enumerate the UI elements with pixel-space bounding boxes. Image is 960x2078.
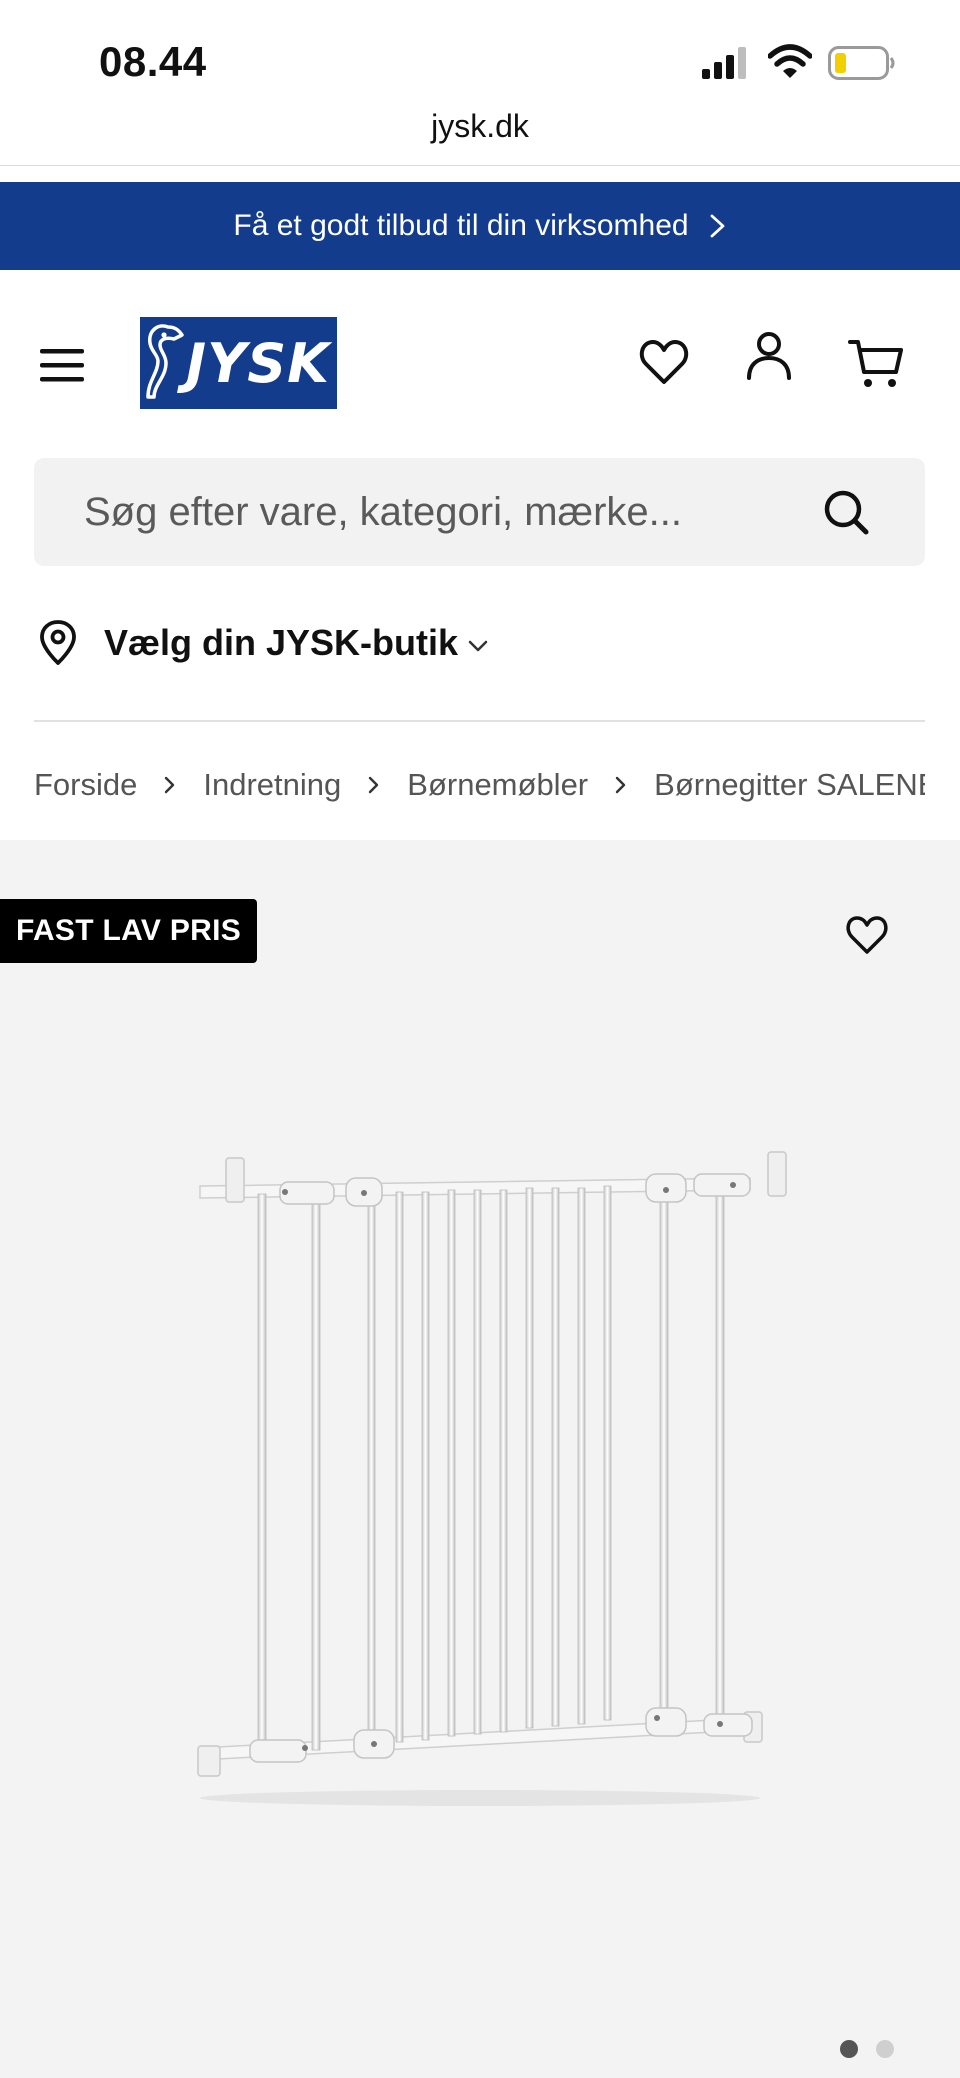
battery-icon	[828, 46, 895, 80]
store-selector-label: Vælg din JYSK-butik	[104, 622, 459, 663]
site-header: JYSK	[0, 300, 960, 430]
breadcrumb: Forside Indretning Børnemøbler Børnegitt…	[34, 765, 925, 805]
bird-logo-icon	[146, 324, 184, 399]
wishlist-heart-icon[interactable]	[638, 338, 690, 386]
gallery-pagination	[840, 2040, 894, 2058]
store-selector[interactable]: Vælg din JYSK-butik	[38, 618, 488, 668]
business-offer-text: Få et godt tilbud til din virksomhed	[233, 209, 689, 242]
chevron-right-icon	[369, 776, 379, 794]
shopping-cart-icon[interactable]	[848, 338, 904, 390]
cellular-signal-icon	[702, 47, 746, 79]
breadcrumb-bornemobler[interactable]: Børnemøbler	[407, 767, 588, 803]
business-offer-banner[interactable]: Få et godt tilbud til din virksomhed	[0, 182, 960, 270]
wifi-icon	[768, 44, 812, 78]
jysk-logo[interactable]: JYSK	[140, 317, 337, 409]
account-user-icon[interactable]	[744, 330, 794, 382]
product-gallery[interactable]: FAST LAV PRIS	[0, 840, 960, 2078]
browser-url[interactable]: jysk.dk	[0, 108, 960, 166]
logo-wordmark: JYSK	[186, 331, 330, 395]
status-time: 08.44	[99, 38, 207, 85]
gallery-dot-1[interactable]	[840, 2040, 858, 2058]
chevron-right-icon	[165, 776, 175, 794]
breadcrumb-indretning[interactable]: Indretning	[203, 767, 341, 803]
chevron-right-icon	[710, 214, 725, 238]
chevron-down-icon	[468, 640, 488, 652]
gallery-dot-2[interactable]	[876, 2040, 894, 2058]
breadcrumb-current: Børnegitter SALENE 6	[654, 767, 925, 802]
search-icon[interactable]	[822, 488, 870, 536]
product-image-baby-gate[interactable]	[170, 1148, 790, 1808]
location-pin-icon	[40, 620, 76, 665]
product-wishlist-heart-icon[interactable]	[845, 915, 889, 955]
search-bar	[34, 458, 925, 566]
hamburger-menu-icon[interactable]	[38, 346, 86, 384]
url-divider	[0, 165, 960, 166]
search-input[interactable]	[84, 458, 824, 566]
chevron-right-icon	[615, 776, 626, 794]
breadcrumb-forside[interactable]: Forside	[34, 767, 137, 803]
header-divider	[34, 720, 925, 722]
status-bar: 08.44	[0, 0, 960, 115]
price-badge: FAST LAV PRIS	[0, 899, 258, 963]
